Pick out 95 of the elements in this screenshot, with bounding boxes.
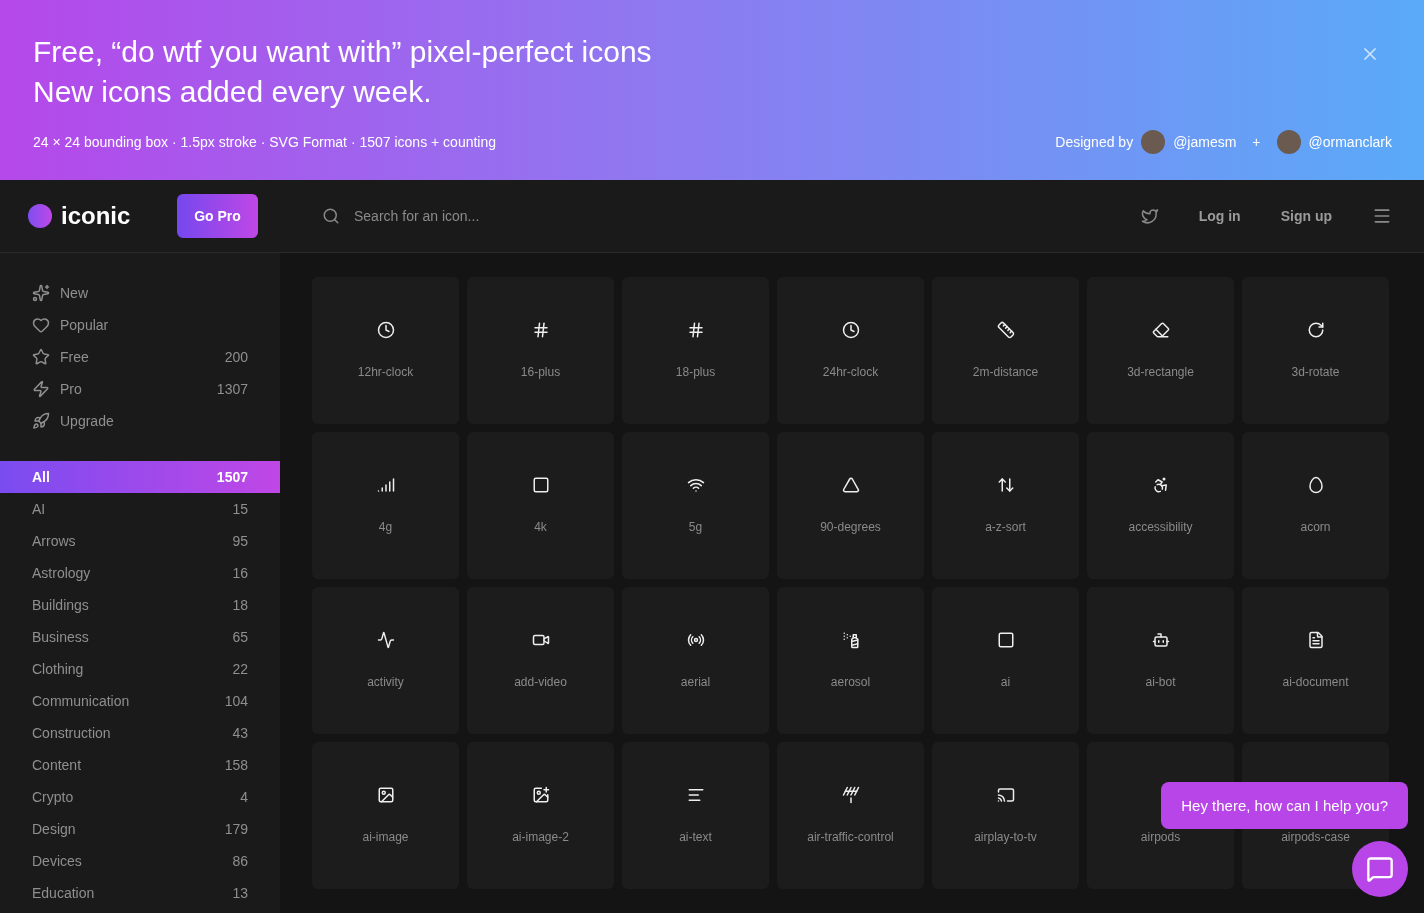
- category-item[interactable]: Content 158: [0, 749, 280, 781]
- menu-icon[interactable]: [1372, 206, 1392, 226]
- icon-tile[interactable]: 24hr-clock: [777, 277, 924, 424]
- icon-tile[interactable]: 90-degrees: [777, 432, 924, 579]
- glyph-icon: [841, 321, 860, 339]
- icon-tile[interactable]: 12hr-clock: [312, 277, 459, 424]
- icon-tile[interactable]: ai: [932, 587, 1079, 734]
- category-item[interactable]: Clothing 22: [0, 653, 280, 685]
- icon-tile[interactable]: 5g: [622, 432, 769, 579]
- avatar: [1141, 130, 1166, 154]
- sparkles-icon: [32, 284, 50, 302]
- search-field[interactable]: Search for an icon...: [352, 207, 656, 225]
- category-item[interactable]: Crypto 4: [0, 781, 280, 813]
- icon-tile[interactable]: 3d-rectangle: [1087, 277, 1234, 424]
- glyph-icon: [686, 631, 705, 649]
- glyph-icon: [1306, 321, 1325, 339]
- glyph-icon: [531, 321, 550, 339]
- category-item[interactable]: Arrows 95: [0, 525, 280, 557]
- icon-tile[interactable]: acorn: [1242, 432, 1389, 579]
- chat-button[interactable]: [1352, 841, 1408, 897]
- glyph-icon: [841, 631, 860, 649]
- glyph-icon: [376, 321, 395, 339]
- glyph-icon: [996, 631, 1015, 649]
- go-pro-button[interactable]: Go Pro: [177, 194, 258, 238]
- plus-separator: +: [1252, 134, 1261, 150]
- icon-tile[interactable]: 4k: [467, 432, 614, 579]
- icon-tile[interactable]: 16-plus: [467, 277, 614, 424]
- icon-tile[interactable]: 2m-distance: [932, 277, 1079, 424]
- logo-text[interactable]: iconic: [61, 202, 131, 230]
- glyph-icon: [1151, 476, 1170, 494]
- avatar: [1276, 130, 1301, 154]
- icon-tile[interactable]: aerial: [622, 587, 769, 734]
- glyph-icon: [1151, 321, 1170, 339]
- sidebar-item[interactable]: New: [0, 277, 280, 309]
- banner-headline: Free, “do wtf you want with” pixel-perfect icons New icons added every week.: [33, 34, 652, 110]
- category-item[interactable]: Buildings 18: [0, 589, 280, 621]
- glyph-icon: [996, 786, 1015, 804]
- glyph-icon: [841, 476, 860, 494]
- icon-tile[interactable]: ai-text: [622, 742, 769, 889]
- category-item[interactable]: Education 13: [0, 877, 280, 909]
- icon-tile[interactable]: aerosol: [777, 587, 924, 734]
- icon-tile[interactable]: 4g: [312, 432, 459, 579]
- icon-tile[interactable]: activity: [312, 587, 459, 734]
- glyph-icon: [996, 321, 1015, 339]
- designer-handle[interactable]: @jamesm: [1173, 134, 1237, 150]
- icon-tile[interactable]: accessibility: [1087, 432, 1234, 579]
- icon-tile[interactable]: add-video: [467, 587, 614, 734]
- glyph-icon: [1151, 631, 1170, 649]
- heart-icon: [32, 316, 50, 334]
- glyph-icon: [1306, 631, 1325, 649]
- sidebar-item[interactable]: Pro 1307: [0, 373, 280, 405]
- sidebar-item[interactable]: Popular: [0, 309, 280, 341]
- icon-tile[interactable]: air-traffic-control: [777, 742, 924, 889]
- logo-dot-icon: [28, 204, 52, 228]
- credit-label: Designed by: [1055, 134, 1134, 150]
- sidebar-item[interactable]: Upgrade: [0, 405, 280, 437]
- icon-tile[interactable]: 18-plus: [622, 277, 769, 424]
- search-icon: [322, 207, 340, 225]
- lightning-icon: [32, 380, 50, 398]
- icon-tile[interactable]: airplay-to-tv: [932, 742, 1079, 889]
- chat-icon: [1366, 855, 1394, 883]
- nav-link[interactable]: Log in: [1198, 208, 1241, 224]
- icon-tile[interactable]: a-z-sort: [932, 432, 1079, 579]
- glyph-icon: [686, 321, 705, 339]
- icon-tile[interactable]: ai-bot: [1087, 587, 1234, 734]
- icon-tile[interactable]: ai-image-2: [467, 742, 614, 889]
- sidebar-item[interactable]: Free 200: [0, 341, 280, 373]
- bird-icon[interactable]: [1140, 207, 1159, 225]
- rocket-icon: [32, 412, 50, 430]
- star-icon: [32, 348, 50, 366]
- designer-handle[interactable]: @ormanclark: [1308, 134, 1392, 150]
- icon-tile[interactable]: ai-image: [312, 742, 459, 889]
- category-item[interactable]: Construction 43: [0, 717, 280, 749]
- icon-tile[interactable]: ai-document: [1242, 587, 1389, 734]
- nav-link[interactable]: Sign up: [1280, 208, 1332, 224]
- category-item[interactable]: All 1507: [0, 461, 280, 493]
- category-item[interactable]: Devices 86: [0, 845, 280, 877]
- glyph-icon: [686, 786, 705, 804]
- glyph-icon: [376, 786, 395, 804]
- glyph-icon: [686, 476, 705, 494]
- glyph-icon: [376, 631, 395, 649]
- glyph-icon: [1306, 476, 1325, 494]
- glyph-icon: [531, 786, 550, 804]
- chat-tooltip: Hey there, how can I help you?: [1161, 782, 1408, 829]
- glyph-icon: [996, 476, 1015, 494]
- glyph-icon: [376, 476, 395, 494]
- category-item[interactable]: Design 179: [0, 813, 280, 845]
- icon-tile[interactable]: 3d-rotate: [1242, 277, 1389, 424]
- category-item[interactable]: AI 15: [0, 493, 280, 525]
- category-item[interactable]: Communication 104: [0, 685, 280, 717]
- category-item[interactable]: Business 65: [0, 621, 280, 653]
- category-item[interactable]: Astrology 16: [0, 557, 280, 589]
- glyph-icon: [841, 786, 860, 804]
- banner-specs: 24 × 24 bounding box · 1.5px stroke · SVG Format · 1507 icons + counting: [33, 134, 497, 150]
- glyph-icon: [531, 476, 550, 494]
